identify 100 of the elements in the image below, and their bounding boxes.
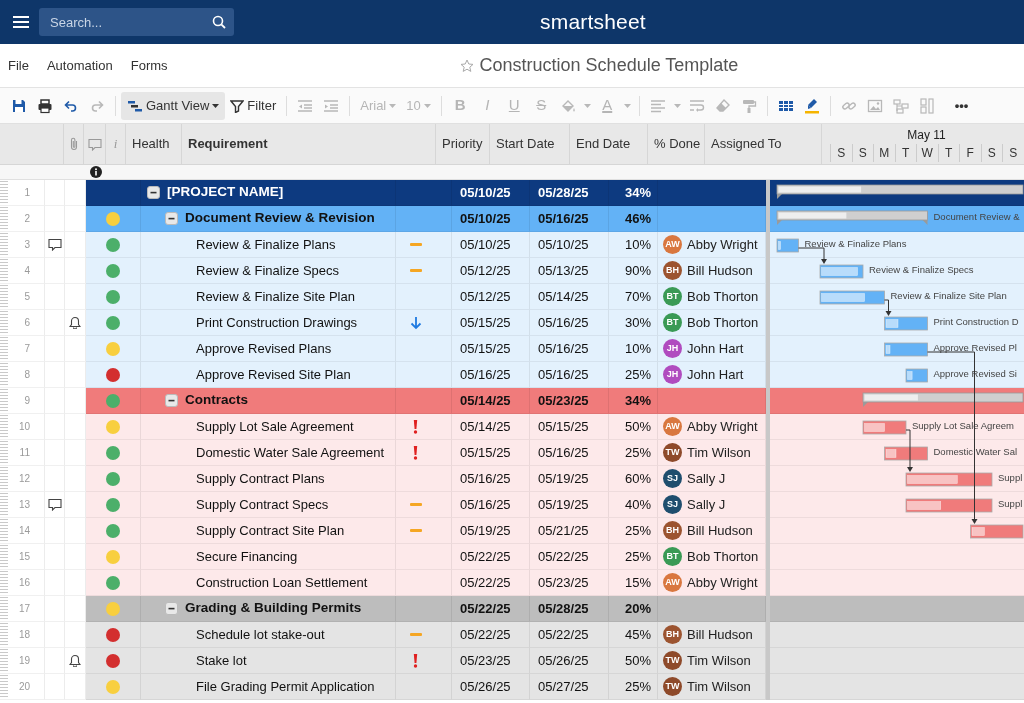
start-date: 05/22/25 bbox=[460, 625, 511, 644]
menu-item[interactable]: Forms bbox=[130, 55, 168, 76]
assignee-name: Sally J bbox=[687, 469, 726, 488]
task-bar[interactable] bbox=[884, 342, 928, 357]
row-handle[interactable] bbox=[0, 544, 8, 569]
percent-done: 40% bbox=[624, 495, 651, 514]
collapse-toggle-icon[interactable] bbox=[165, 212, 178, 225]
row-number: 14 bbox=[18, 524, 30, 538]
task-bar[interactable] bbox=[884, 316, 928, 331]
caret-icon bbox=[423, 103, 431, 108]
task-bar[interactable] bbox=[905, 498, 993, 513]
caret-icon bbox=[673, 103, 681, 108]
row-handle[interactable] bbox=[0, 206, 8, 231]
column-header[interactable]: Requirement bbox=[188, 134, 268, 154]
assignee-name: Tim Wilson bbox=[687, 651, 751, 670]
assignee-name: Sally J bbox=[687, 495, 726, 514]
row-handle[interactable] bbox=[0, 622, 8, 647]
row-handle[interactable] bbox=[0, 648, 8, 673]
row-handle[interactable] bbox=[0, 258, 8, 283]
column-header[interactable]: % Done bbox=[654, 134, 701, 154]
start-date: 05/23/25 bbox=[460, 651, 511, 670]
task-bar[interactable] bbox=[970, 524, 1024, 539]
row-handle[interactable] bbox=[0, 596, 8, 621]
project-name: [PROJECT NAME] bbox=[167, 183, 284, 202]
row-handle[interactable] bbox=[0, 180, 8, 205]
task-bar[interactable] bbox=[905, 472, 993, 487]
comment-icon[interactable] bbox=[47, 498, 62, 511]
more-button[interactable]: ••• bbox=[949, 91, 974, 120]
assignee-name: Bob Thorton bbox=[687, 313, 759, 332]
row-handle[interactable] bbox=[0, 284, 8, 309]
start-date: 05/12/25 bbox=[460, 261, 511, 280]
start-date: 05/10/25 bbox=[460, 183, 511, 202]
filter-icon bbox=[230, 98, 245, 113]
row-handle[interactable] bbox=[0, 518, 8, 543]
info-icon[interactable] bbox=[90, 166, 102, 178]
task-bar[interactable] bbox=[884, 446, 928, 461]
task-bar[interactable] bbox=[905, 368, 928, 383]
end-date: 05/27/25 bbox=[538, 677, 589, 696]
column-header[interactable]: Health bbox=[132, 134, 170, 154]
row-number: 16 bbox=[18, 576, 30, 590]
assignee-name: Tim Wilson bbox=[687, 677, 751, 696]
row-number: 6 bbox=[24, 316, 30, 330]
row-handle[interactable] bbox=[0, 232, 8, 257]
hierarchy-icon bbox=[892, 97, 909, 114]
row-handle[interactable] bbox=[0, 362, 8, 387]
avatar: BT bbox=[663, 313, 682, 332]
percent-done: 70% bbox=[624, 287, 651, 306]
search-field[interactable]: Search... bbox=[39, 8, 234, 36]
percent-done: 25% bbox=[624, 521, 651, 540]
column-header[interactable]: Start Date bbox=[496, 134, 555, 154]
task-bar[interactable] bbox=[776, 238, 799, 253]
collapse-toggle-icon[interactable] bbox=[165, 602, 178, 615]
row-handle[interactable] bbox=[0, 492, 8, 517]
day-label: F bbox=[959, 144, 981, 162]
summary-bar[interactable] bbox=[776, 184, 1024, 199]
bell-icon[interactable] bbox=[69, 316, 81, 329]
row-number: 20 bbox=[18, 680, 30, 694]
end-date: 05/14/25 bbox=[538, 287, 589, 306]
bar-label: Print Construction D bbox=[933, 316, 1019, 327]
column-header[interactable]: End Date bbox=[576, 134, 631, 154]
task-bar[interactable] bbox=[819, 264, 864, 279]
start-date: 05/12/25 bbox=[460, 287, 511, 306]
column-header[interactable]: Priority bbox=[442, 134, 483, 154]
task-bar[interactable] bbox=[862, 420, 907, 435]
row-handle[interactable] bbox=[0, 388, 8, 413]
percent-done: 50% bbox=[624, 417, 651, 436]
percent-done: 20% bbox=[624, 599, 651, 618]
row-handle[interactable] bbox=[0, 466, 8, 491]
start-date: 05/16/25 bbox=[460, 365, 511, 384]
row-handle[interactable] bbox=[0, 310, 8, 335]
star-icon[interactable] bbox=[459, 58, 474, 73]
bar-label: Approve Revised Pl bbox=[933, 342, 1017, 353]
percent-done: 34% bbox=[624, 391, 651, 410]
end-date: 05/16/25 bbox=[538, 313, 589, 332]
menu-item[interactable]: Automation bbox=[46, 55, 113, 76]
column-header[interactable]: Assigned To bbox=[711, 134, 782, 154]
row-handle[interactable] bbox=[0, 674, 8, 699]
menu-button[interactable] bbox=[13, 15, 29, 29]
menu-item[interactable]: File bbox=[8, 55, 29, 76]
highlighter-icon bbox=[803, 97, 820, 114]
task-name: Review & Finalize Plans bbox=[196, 235, 336, 254]
assignee-name: Tim Wilson bbox=[687, 443, 751, 462]
row-handle[interactable] bbox=[0, 414, 8, 439]
avatar: TW bbox=[663, 677, 682, 696]
collapse-toggle-icon[interactable] bbox=[147, 186, 160, 199]
eraser-icon bbox=[714, 97, 731, 114]
comment-icon[interactable] bbox=[47, 238, 62, 251]
indent-icon bbox=[323, 97, 340, 114]
row-handle[interactable] bbox=[0, 440, 8, 465]
filter-button[interactable]: Filter bbox=[225, 91, 282, 120]
bell-icon[interactable] bbox=[69, 654, 81, 667]
collapse-toggle-icon[interactable] bbox=[165, 394, 178, 407]
task-bar[interactable] bbox=[819, 290, 885, 305]
search-icon[interactable] bbox=[212, 15, 226, 29]
row-handle[interactable] bbox=[0, 570, 8, 595]
view-button[interactable]: Gantt View bbox=[121, 91, 226, 120]
task-name: Review & Finalize Specs bbox=[196, 261, 340, 280]
end-date: 05/23/25 bbox=[538, 391, 589, 410]
start-date: 05/22/25 bbox=[460, 547, 511, 566]
row-handle[interactable] bbox=[0, 336, 8, 361]
